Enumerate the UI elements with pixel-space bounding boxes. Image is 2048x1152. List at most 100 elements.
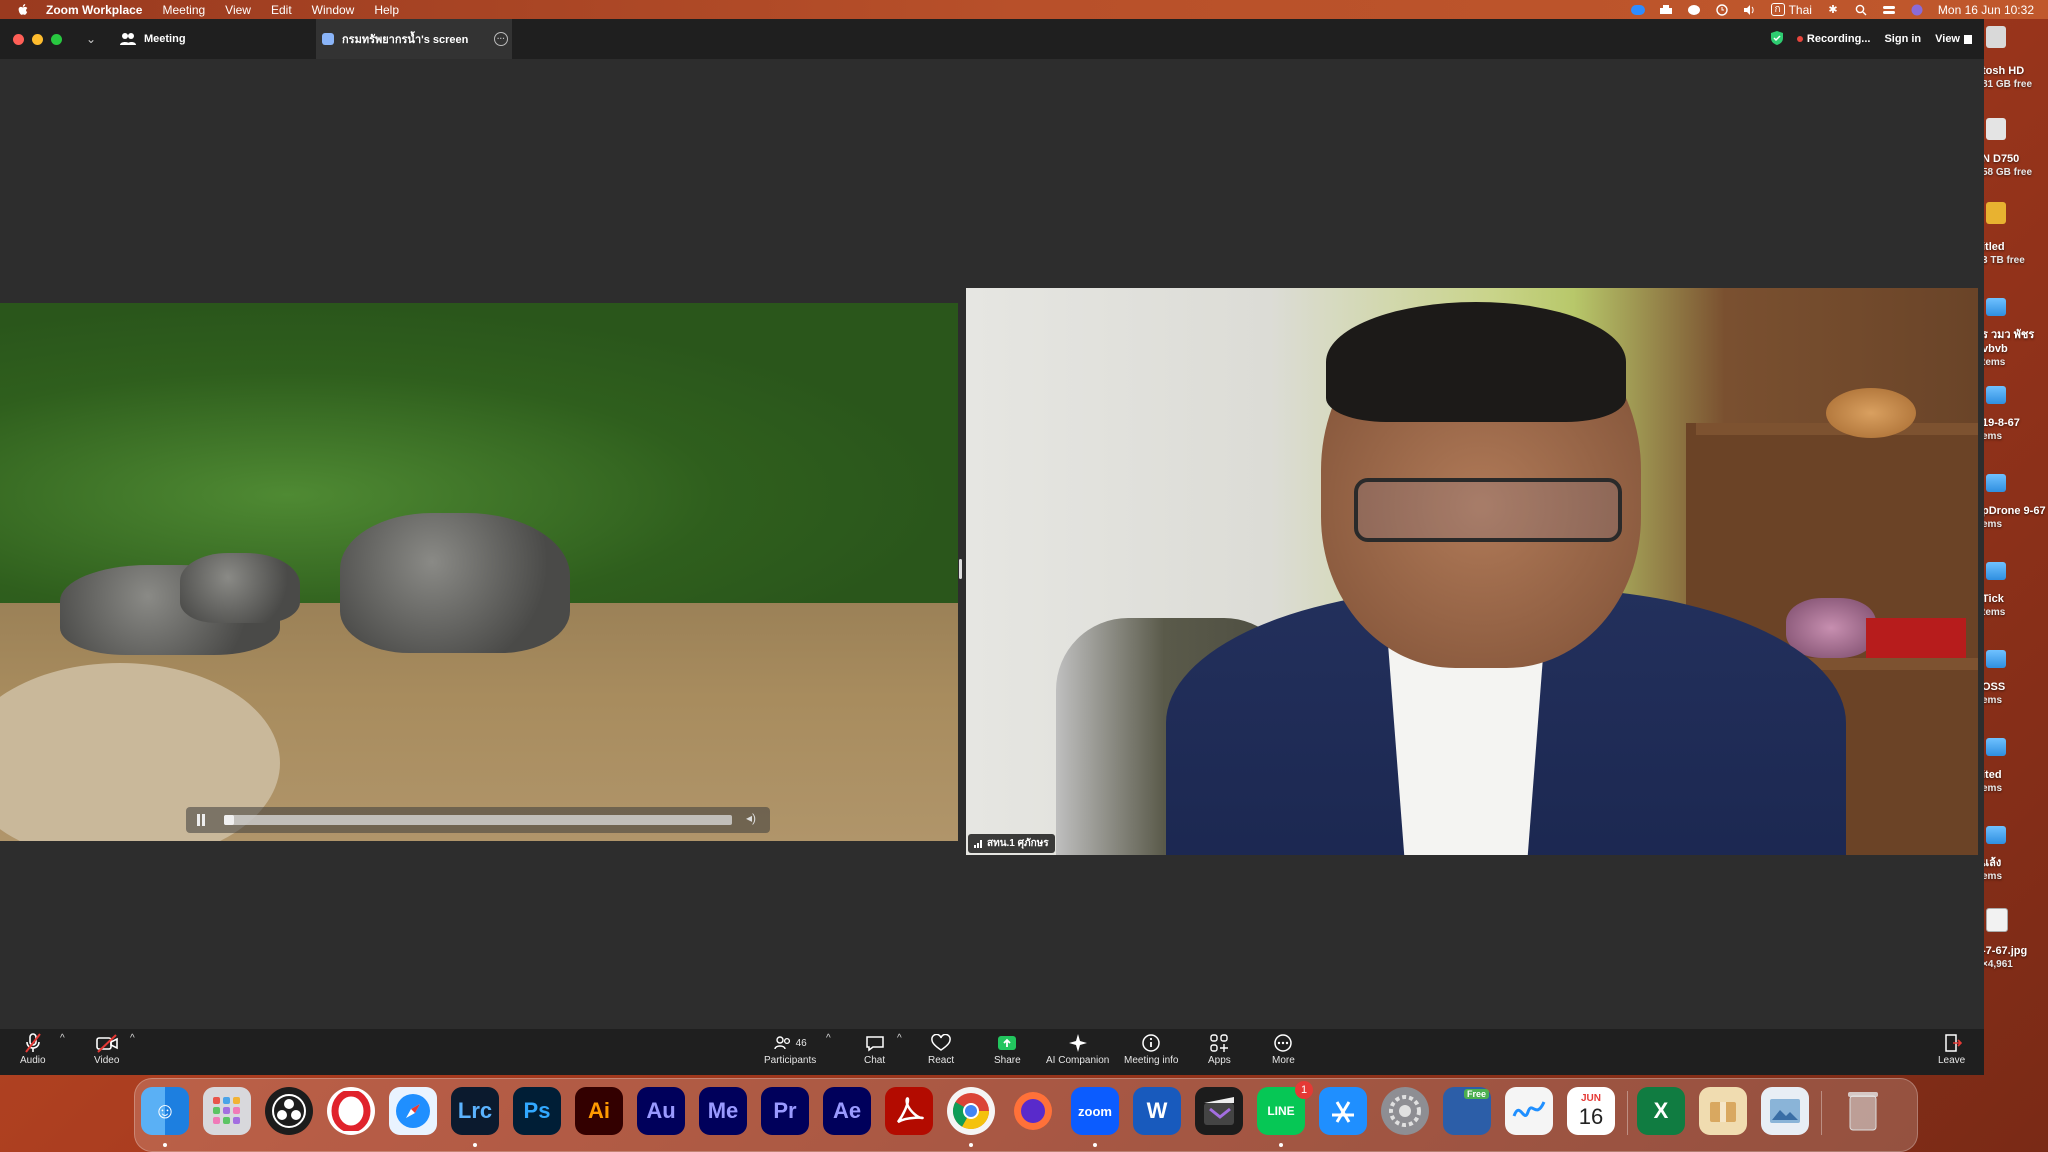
desktop-item[interactable]: pDrone 9-67 ems: [1982, 504, 2048, 532]
more-options-icon[interactable]: ···: [494, 32, 508, 46]
audio-button[interactable]: Audio: [20, 1031, 46, 1066]
desktop-item[interactable]: tosh HD 81 GB free: [1982, 64, 2048, 92]
drive-icon[interactable]: [1986, 118, 2006, 140]
folder-icon[interactable]: [1986, 562, 2006, 580]
video-progress-bar[interactable]: [224, 815, 732, 825]
apple-menu-icon[interactable]: [14, 3, 32, 17]
menubar-clock[interactable]: Mon 16 Jun 10:32: [1938, 3, 2034, 17]
folder-icon[interactable]: [1986, 386, 2006, 404]
free-app-icon[interactable]: Free: [1443, 1087, 1491, 1135]
react-button[interactable]: React: [928, 1031, 954, 1066]
control-center-icon[interactable]: [1882, 4, 1896, 16]
zoom-app-icon[interactable]: zoom: [1071, 1087, 1119, 1135]
calendar-icon[interactable]: JUN 16: [1567, 1087, 1615, 1135]
finder-icon[interactable]: ☺: [141, 1087, 189, 1135]
desktop-item[interactable]: 19-8-67 ems: [1982, 416, 2048, 444]
minimize-window-button[interactable]: [32, 34, 43, 45]
participants-button[interactable]: 46 Participants: [764, 1031, 816, 1066]
illustrator-icon[interactable]: Ai: [575, 1087, 623, 1135]
excel-icon[interactable]: X: [1637, 1087, 1685, 1135]
menu-edit[interactable]: Edit: [271, 3, 292, 17]
chevron-down-icon[interactable]: ⌄: [86, 32, 96, 46]
shared-screen-video[interactable]: ◂): [0, 303, 958, 841]
safari-icon[interactable]: [389, 1087, 437, 1135]
zoom-window-button[interactable]: [51, 34, 62, 45]
word-icon[interactable]: W: [1133, 1087, 1181, 1135]
printer-icon[interactable]: [1659, 4, 1673, 16]
folder-icon[interactable]: [1986, 738, 2006, 756]
apps-button[interactable]: Apps: [1208, 1031, 1231, 1066]
recording-indicator[interactable]: Recording...: [1796, 33, 1870, 45]
menu-window[interactable]: Window: [312, 3, 355, 17]
spotlight-search-icon[interactable]: [1854, 4, 1868, 16]
audio-options-caret[interactable]: ^: [60, 1033, 65, 1044]
siri-icon[interactable]: [1910, 4, 1924, 16]
obs-icon[interactable]: [265, 1087, 313, 1135]
audition-icon[interactable]: Au: [637, 1087, 685, 1135]
sign-in-button[interactable]: Sign in: [1884, 33, 1921, 45]
line-status-icon[interactable]: [1687, 4, 1701, 16]
bluetooth-icon[interactable]: ✱: [1826, 4, 1840, 16]
media-encoder-icon[interactable]: Me: [699, 1087, 747, 1135]
desktop-item[interactable]: OSS ems: [1982, 680, 2048, 708]
trash-icon[interactable]: [1839, 1087, 1887, 1135]
desktop-item[interactable]: -7-67.jpg ×4,961: [1982, 944, 2048, 972]
leave-button[interactable]: Leave: [1938, 1031, 1965, 1066]
final-cut-icon[interactable]: [1195, 1087, 1243, 1135]
speaker-video[interactable]: สทน.1 ศุภักษร: [966, 288, 1978, 855]
freeform-icon[interactable]: [1505, 1087, 1553, 1135]
app-store-icon[interactable]: [1319, 1087, 1367, 1135]
desktop-item[interactable]: ited ems: [1982, 768, 2048, 796]
input-source-menu[interactable]: ก Thai: [1770, 3, 1812, 17]
chrome-icon[interactable]: [947, 1087, 995, 1135]
menu-view[interactable]: View: [225, 3, 251, 17]
desktop-item[interactable]: ร วมว พัชร vbvb tems: [1982, 328, 2048, 370]
desktop-item[interactable]: Tick tems: [1982, 592, 2048, 620]
meeting-info-button[interactable]: Meeting info: [1124, 1031, 1178, 1066]
menu-help[interactable]: Help: [374, 3, 399, 17]
lightroom-classic-icon[interactable]: Lrc: [451, 1087, 499, 1135]
more-button[interactable]: More: [1272, 1031, 1295, 1066]
folder-icon[interactable]: [1986, 650, 2006, 668]
acrobat-icon[interactable]: [885, 1087, 933, 1135]
launchpad-icon[interactable]: [203, 1087, 251, 1135]
encryption-shield-icon[interactable]: [1770, 30, 1783, 48]
time-machine-icon[interactable]: [1715, 3, 1729, 16]
archive-folder-icon[interactable]: [1699, 1087, 1747, 1135]
firefox-icon[interactable]: [1009, 1087, 1057, 1135]
desktop-item[interactable]: แล้ง ems: [1982, 856, 2048, 884]
split-drag-handle[interactable]: [959, 559, 962, 579]
menu-app-name[interactable]: Zoom Workplace: [46, 3, 142, 17]
close-window-button[interactable]: [13, 34, 24, 45]
after-effects-icon[interactable]: Ae: [823, 1087, 871, 1135]
system-settings-icon[interactable]: [1381, 1087, 1429, 1135]
share-button[interactable]: Share: [994, 1031, 1021, 1066]
folder-icon[interactable]: [1986, 826, 2006, 844]
menu-meeting[interactable]: Meeting: [162, 3, 205, 17]
drive-icon[interactable]: [1986, 202, 2006, 224]
volume-icon[interactable]: ◂): [746, 811, 764, 829]
desktop-item[interactable]: N D750 58 GB free: [1982, 152, 2048, 180]
video-options-caret[interactable]: ^: [130, 1033, 135, 1044]
volume-icon[interactable]: [1743, 4, 1757, 16]
chat-options-caret[interactable]: ^: [897, 1033, 902, 1044]
drive-icon[interactable]: [1986, 26, 2006, 48]
participants-options-caret[interactable]: ^: [826, 1033, 831, 1044]
tab-shared-screen[interactable]: กรมทรัพยากรน้ำ's screen ···: [316, 19, 512, 59]
pause-button[interactable]: [190, 809, 212, 831]
video-button[interactable]: Video: [94, 1031, 119, 1066]
desktop-item[interactable]: itled 3 TB free: [1982, 240, 2048, 268]
tab-meeting[interactable]: Meeting: [120, 19, 186, 59]
opera-icon[interactable]: [327, 1087, 375, 1135]
chat-button[interactable]: Chat: [864, 1031, 885, 1066]
zoom-status-icon[interactable]: [1630, 4, 1645, 16]
image-file-icon[interactable]: [1986, 908, 2008, 932]
premiere-pro-icon[interactable]: Pr: [761, 1087, 809, 1135]
photoshop-icon[interactable]: Ps: [513, 1087, 561, 1135]
ai-companion-button[interactable]: AI Companion: [1046, 1031, 1109, 1066]
view-button[interactable]: View: [1935, 33, 1972, 45]
folder-icon[interactable]: [1986, 298, 2006, 316]
preview-icon[interactable]: [1761, 1087, 1809, 1135]
desktop-item-label: ร วมว พัชร vbvb: [1982, 329, 2035, 355]
folder-icon[interactable]: [1986, 474, 2006, 492]
